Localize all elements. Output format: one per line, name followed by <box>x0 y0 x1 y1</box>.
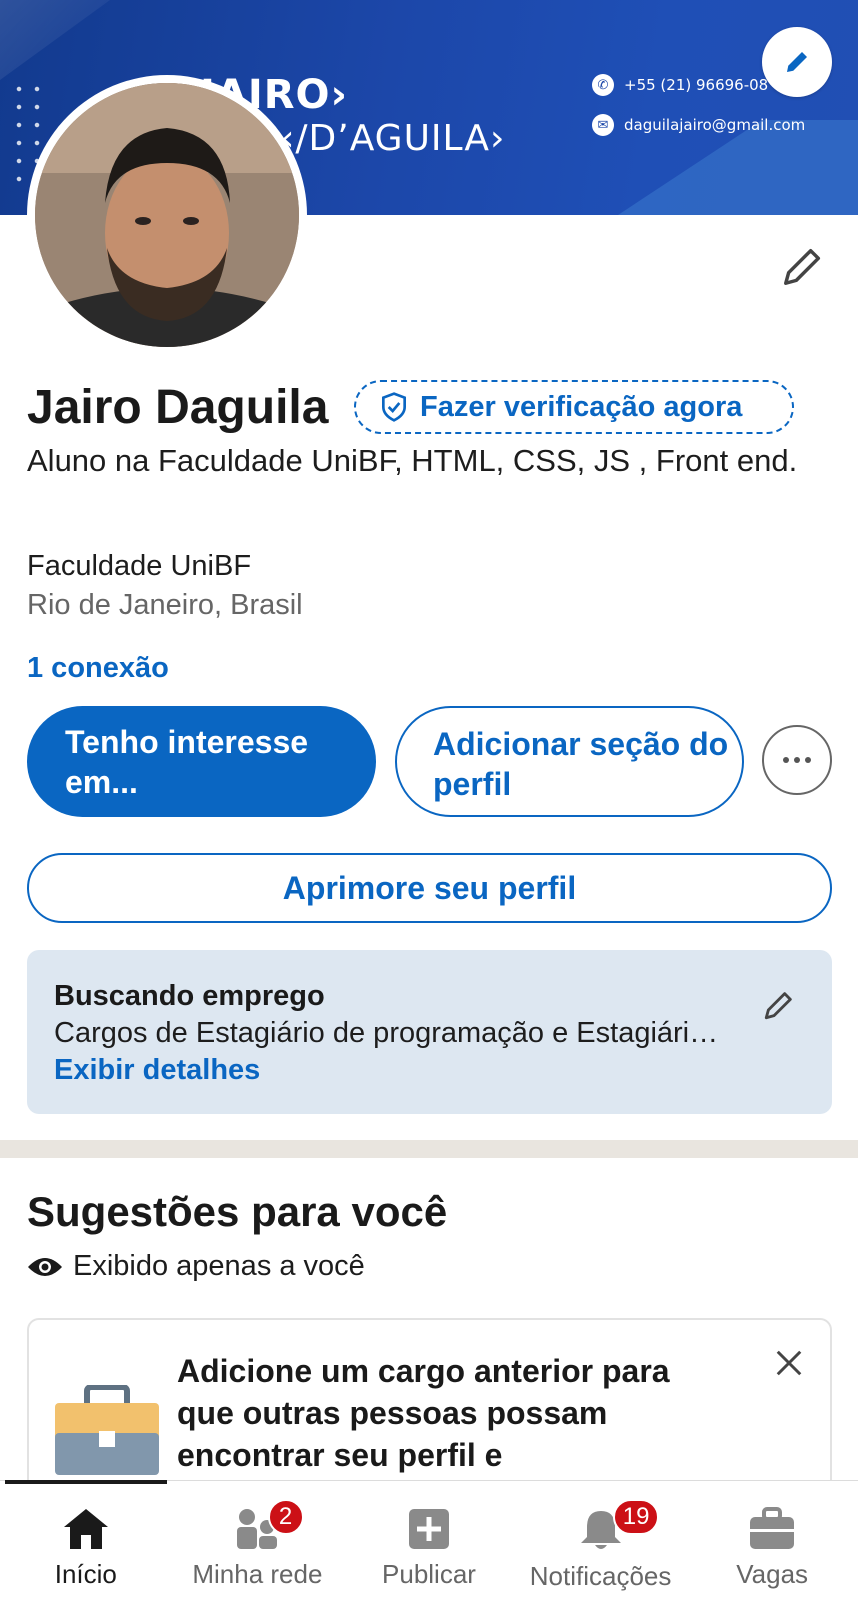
nav-home-label: Início <box>54 1559 117 1589</box>
more-button[interactable] <box>762 725 832 795</box>
nav-notifications-label: Notificações <box>529 1561 672 1591</box>
open-to-work-title: Buscando emprego <box>54 980 325 1012</box>
bottom-nav: Início 2 Minha rede Publicar 19 Notifica… <box>0 1480 858 1600</box>
profile-name: Jairo Daguila <box>27 381 329 434</box>
avatar[interactable] <box>27 75 307 355</box>
briefcase-icon <box>55 1384 159 1480</box>
banner-email: ✉ daguilajairo@gmail.com <box>592 114 805 136</box>
open-to-work-roles: Cargos de Estagiário de programação e Es… <box>54 1017 729 1049</box>
banner-sub-text: ‹/D’AGUILA› <box>280 118 506 159</box>
nav-network[interactable]: 2 Minha rede <box>172 1481 344 1600</box>
network-badge: 2 <box>267 1499 304 1535</box>
suggestion-text: Adicione um cargo anterior para que outr… <box>177 1353 670 1473</box>
open-to-work-card[interactable]: Buscando emprego Cargos de Estagiário de… <box>27 950 832 1114</box>
nav-notifications[interactable]: 19 Notificações <box>515 1481 687 1600</box>
banner-phone-text: +55 (21) 96696-08 <box>624 76 769 94</box>
more-dot <box>805 757 811 763</box>
pencil-icon <box>764 992 792 1020</box>
privacy-label: Exibido apenas a você <box>73 1250 365 1282</box>
section-divider <box>0 1140 858 1158</box>
nav-network-label: Minha rede <box>192 1559 323 1589</box>
jobs-icon <box>750 1507 795 1549</box>
add-section-button[interactable]: Adicionar seção do perfil <box>395 706 744 817</box>
nav-jobs[interactable]: Vagas <box>686 1481 858 1600</box>
banner-phone: ✆ +55 (21) 96696-08 <box>592 74 768 96</box>
nav-jobs-label: Vagas <box>736 1559 809 1589</box>
nav-home[interactable]: Início <box>0 1481 172 1600</box>
profile-location: Rio de Janeiro, Brasil <box>27 589 303 621</box>
suggestions-privacy: Exibido apenas a você <box>27 1250 365 1283</box>
pencil-icon <box>787 52 807 72</box>
show-details-link[interactable]: Exibir detalhes <box>54 1052 805 1088</box>
notifications-badge: 19 <box>612 1499 660 1535</box>
edit-open-to-work-button[interactable] <box>762 988 796 1027</box>
eye-icon <box>28 1257 62 1276</box>
shield-check-icon <box>382 392 406 422</box>
dismiss-suggestion-button[interactable] <box>774 1348 804 1383</box>
more-dot <box>783 757 789 763</box>
banner-decoration <box>0 0 110 80</box>
avatar-illustration <box>35 83 299 347</box>
profile-headline: Aluno na Faculdade UniBF, HTML, CSS, JS … <box>27 443 798 478</box>
pencil-icon <box>784 248 821 285</box>
mail-icon: ✉ <box>592 114 614 136</box>
edit-profile-button[interactable] <box>780 243 826 294</box>
post-icon <box>408 1509 449 1549</box>
suggestions-title: Sugestões para você <box>27 1188 448 1235</box>
profile-school[interactable]: Faculdade UniBF <box>27 550 251 583</box>
open-to-button[interactable]: Tenho interesse em... <box>27 706 376 817</box>
home-icon <box>63 1509 108 1549</box>
verify-label: Fazer verificação agora <box>420 390 743 423</box>
nav-post-label: Publicar <box>382 1559 476 1589</box>
close-icon <box>776 1350 802 1376</box>
nav-post[interactable]: Publicar <box>343 1481 515 1600</box>
banner-email-text: daguilajairo@gmail.com <box>624 116 806 134</box>
edit-banner-button[interactable] <box>762 27 832 97</box>
verify-now-button[interactable]: Fazer verificação agora <box>354 380 794 434</box>
more-dot <box>794 757 800 763</box>
avatar-photo <box>35 83 299 347</box>
phone-icon: ✆ <box>592 74 614 96</box>
improve-profile-button[interactable]: Aprimore seu perfil <box>27 853 832 923</box>
connections-link[interactable]: 1 conexão <box>27 652 169 685</box>
nav-active-indicator <box>5 1480 167 1484</box>
